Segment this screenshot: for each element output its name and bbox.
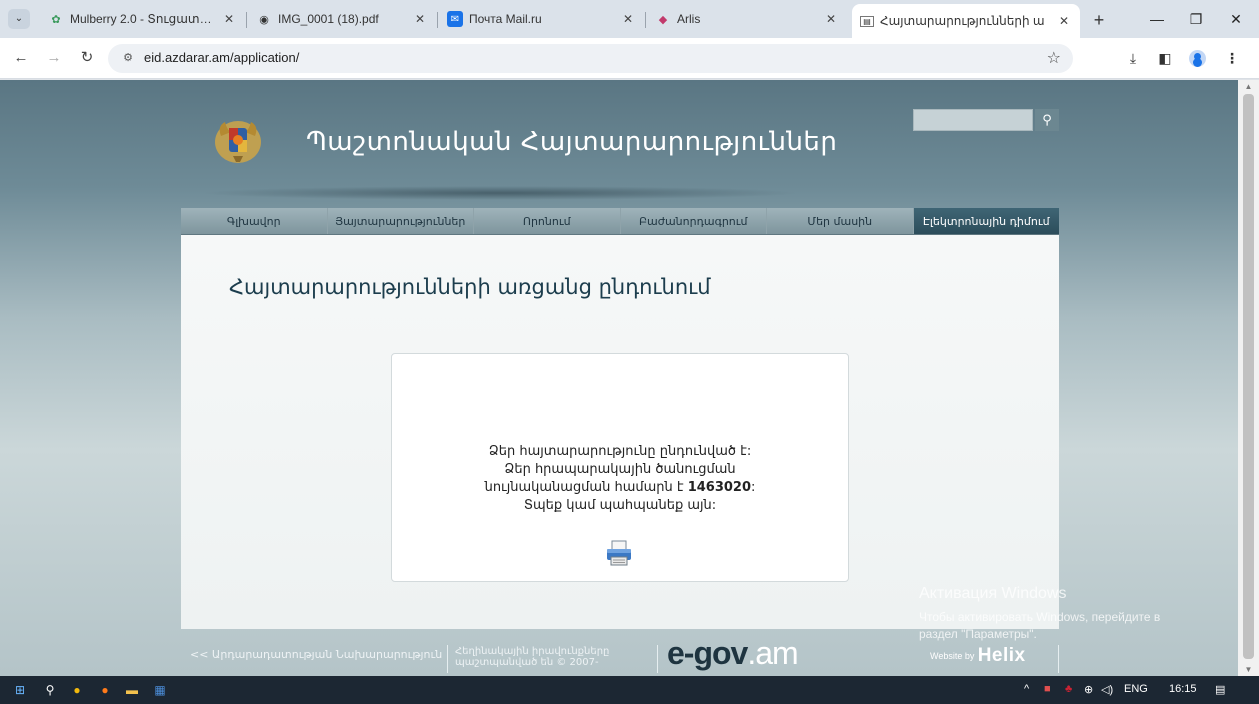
- firefox-taskbar-icon[interactable]: ●: [95, 680, 115, 700]
- restore-button[interactable]: ❐: [1176, 6, 1216, 32]
- start-icon[interactable]: ⊞: [10, 680, 30, 700]
- side-panel-icon[interactable]: ◧: [1154, 47, 1176, 69]
- tab-strip: ⌄ ✿ Mulberry 2.0 - Տուցատախ ✕ ◉ IMG_0001…: [0, 0, 1259, 38]
- volume-icon[interactable]: ◁): [1101, 683, 1113, 696]
- helix-credit[interactable]: Website by Helix: [930, 645, 1026, 667]
- site-search-input[interactable]: [913, 109, 1033, 131]
- tray-security-icon[interactable]: ♣: [1065, 683, 1072, 695]
- minimize-button[interactable]: —: [1137, 6, 1177, 32]
- tray-app-icon[interactable]: ■: [1044, 683, 1051, 695]
- ministry-of-justice-link[interactable]: << Արդարադատության Նախարարություն: [190, 648, 442, 661]
- close-tab-icon[interactable]: ✕: [823, 12, 839, 26]
- close-tab-icon[interactable]: ✕: [1056, 14, 1072, 28]
- search-icon[interactable]: ⚲: [1035, 109, 1059, 131]
- file-explorer-icon[interactable]: ▬: [122, 680, 142, 700]
- tab-search-button[interactable]: ⌄: [8, 9, 30, 29]
- forward-icon[interactable]: →: [43, 47, 65, 69]
- close-tab-icon[interactable]: ✕: [221, 12, 237, 26]
- reload-icon[interactable]: ↻: [76, 47, 98, 69]
- armenian-coat-of-arms-icon: [215, 121, 261, 163]
- site-title: Պաշտոնական Հայտարարություններ: [306, 127, 838, 157]
- browser-toolbar: ← → ↻ ⚙ eid.azdarar.am/application/ ☆ ⤓ …: [0, 38, 1259, 79]
- main-menu: Գլխավոր Յայտարարություններ Որոնում Բաժան…: [181, 208, 1059, 235]
- tab-announcements[interactable]: ▤ Հայտարարությունների ա ✕: [852, 4, 1080, 38]
- notification-icon[interactable]: ▤: [1215, 683, 1225, 696]
- site-info-icon[interactable]: ⚙: [120, 50, 136, 66]
- tray-chevron-icon[interactable]: ^: [1024, 683, 1029, 695]
- arlis-icon: ◆: [658, 13, 668, 26]
- menu-item-about[interactable]: Մեր մասին: [767, 208, 914, 234]
- address-bar[interactable]: ⚙ eid.azdarar.am/application/ ☆: [108, 44, 1073, 73]
- scroll-down-icon[interactable]: ▼: [1238, 665, 1259, 674]
- confirmation-message: Ձեր հայտարարությունը ընդունված է: Ձեր հր…: [484, 444, 756, 513]
- scroll-up-icon[interactable]: ▲: [1238, 82, 1259, 91]
- tab-arlis[interactable]: ◆ Arlis ✕: [647, 4, 847, 34]
- globe-icon: ◉: [259, 13, 269, 26]
- tab-mulberry[interactable]: ✿ Mulberry 2.0 - Տուցատախ ✕: [40, 4, 245, 34]
- close-tab-icon[interactable]: ✕: [412, 12, 428, 26]
- application-number: 1463020: [687, 480, 752, 495]
- menu-item-search[interactable]: Որոնում: [474, 208, 621, 234]
- page-scrollbar[interactable]: ▲ ▼: [1238, 80, 1259, 676]
- language-indicator[interactable]: ENG: [1124, 683, 1148, 695]
- clock[interactable]: 16:15: [1169, 683, 1197, 695]
- close-window-button[interactable]: ✕: [1216, 6, 1256, 32]
- profile-avatar[interactable]: [1189, 50, 1206, 67]
- chrome-taskbar-icon[interactable]: ●: [67, 680, 87, 700]
- new-tab-button[interactable]: +: [1087, 8, 1111, 32]
- confirmation-box: Ձեր հայտարարությունը ընդունված է: Ձեր հր…: [391, 353, 849, 582]
- menu-item-announcements[interactable]: Յայտարարություններ: [328, 208, 474, 234]
- menu-dots-icon[interactable]: ⋮: [1221, 47, 1243, 69]
- url-text[interactable]: eid.azdarar.am/application/: [144, 50, 299, 65]
- menu-item-subscription[interactable]: Բաժանորդագրում: [621, 208, 767, 234]
- download-icon[interactable]: ⤓: [1122, 47, 1144, 69]
- scrollbar-thumb[interactable]: [1243, 94, 1254, 659]
- network-icon[interactable]: ⊕: [1084, 683, 1093, 696]
- mail-icon: ✉: [447, 11, 463, 27]
- copyright-text: Հեղինակային իրավունքները պաշտպանված են ©…: [455, 646, 610, 668]
- header-glow: [200, 186, 800, 200]
- page-viewport: Պաշտոնական Հայտարարություններ ⚲ Գլխավոր …: [0, 80, 1238, 676]
- tab-pdf[interactable]: ◉ IMG_0001 (18).pdf ✕: [248, 4, 436, 34]
- bookmark-star-icon[interactable]: ☆: [1047, 48, 1061, 68]
- mulberry-icon: ✿: [51, 13, 61, 26]
- printer-icon[interactable]: [605, 540, 633, 566]
- helix-logo: Helix: [977, 645, 1026, 666]
- close-tab-icon[interactable]: ✕: [620, 12, 636, 26]
- word-taskbar-icon[interactable]: ▦: [150, 680, 170, 700]
- search-taskbar-icon[interactable]: ⚲: [40, 680, 60, 700]
- windows-taskbar: ⊞ ⚲ ● ● ▬ ▦ ^ ■ ♣ ⊕ ◁) ENG 16:15 ▤: [0, 676, 1259, 704]
- page-icon: ▤: [860, 15, 874, 27]
- menu-item-electronic-application[interactable]: Էլեկտրոնային դիմում: [913, 208, 1059, 234]
- egov-logo[interactable]: e-gov.am: [667, 635, 799, 672]
- page-title: Հայտարարությունների առցանց ընդունում: [229, 275, 711, 299]
- menu-item-home[interactable]: Գլխավոր: [181, 208, 328, 234]
- back-icon[interactable]: ←: [10, 47, 32, 69]
- tab-mail[interactable]: ✉ Почта Mail.ru ✕: [439, 4, 644, 34]
- windows-activation-watermark: Активация Windows Чтобы активировать Win…: [919, 585, 1161, 641]
